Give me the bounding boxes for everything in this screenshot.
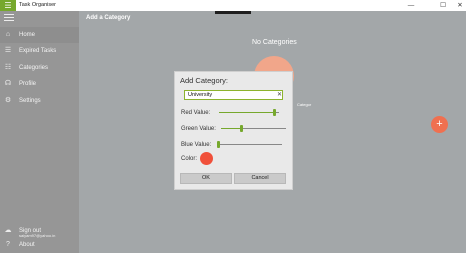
red-value-label: Red Value: xyxy=(181,110,211,116)
color-label: Color: xyxy=(181,156,198,162)
green-value-label: Green Value: xyxy=(181,126,216,132)
help-icon: ? xyxy=(6,241,10,248)
drag-strip xyxy=(215,11,251,14)
sidebar-item-label: Settings xyxy=(19,98,41,104)
contact-card-icon: ☊ xyxy=(4,80,12,87)
sidebar-item-expired-tasks[interactable]: ☰ Expired Tasks xyxy=(0,43,79,59)
sign-out-label: Sign out xyxy=(19,228,42,234)
empty-state-title: No Categories xyxy=(252,39,297,46)
about-button[interactable]: ? About xyxy=(0,237,79,253)
home-icon: ⌂ xyxy=(5,31,11,38)
color-preview-swatch xyxy=(200,152,213,165)
sidebar-item-label: Profile xyxy=(19,81,37,87)
category-name-input[interactable]: University xyxy=(184,90,283,100)
dialog-title: Add Category: xyxy=(180,76,228,85)
gear-icon: ⚙ xyxy=(4,97,12,104)
blue-slider[interactable] xyxy=(217,141,282,148)
minimize-button[interactable]: — xyxy=(400,0,422,11)
cancel-button[interactable]: Cancel xyxy=(234,173,286,184)
empty-state-hint: Categor xyxy=(297,102,312,107)
blue-value-label: Blue Value: xyxy=(181,142,212,148)
sidebar-item-label: Categories xyxy=(19,65,49,71)
sidebar-item-settings[interactable]: ⚙ Settings xyxy=(0,93,79,109)
red-slider[interactable] xyxy=(219,109,279,116)
close-button[interactable]: ✕ xyxy=(449,0,466,11)
sidebar-item-label: Expired Tasks xyxy=(19,48,57,54)
sidebar: ⌂ Home ☰ Expired Tasks ☷ Categories ☊ Pr… xyxy=(0,11,79,253)
window-title: Task Organiser xyxy=(19,2,56,8)
sidebar-item-categories[interactable]: ☷ Categories xyxy=(0,60,79,76)
red-slider-thumb[interactable] xyxy=(273,109,276,116)
green-slider-fill xyxy=(221,128,240,129)
title-bar: ☰ Task Organiser — ☐ ✕ xyxy=(0,0,466,11)
blue-slider-thumb[interactable] xyxy=(217,141,220,148)
category-icon: ☷ xyxy=(4,64,12,71)
sidebar-item-label: Home xyxy=(19,32,36,38)
sidebar-item-profile[interactable]: ☊ Profile xyxy=(0,76,79,92)
sidebar-item-home[interactable]: ⌂ Home xyxy=(0,27,79,43)
green-slider[interactable] xyxy=(221,125,286,132)
clear-input-icon[interactable]: ✕ xyxy=(276,90,283,100)
hamburger-icon[interactable] xyxy=(4,14,14,23)
ok-button[interactable]: OK xyxy=(180,173,232,184)
add-category-dialog: Add Category: University ✕ Red Value: Gr… xyxy=(174,71,293,190)
about-label: About xyxy=(19,242,35,248)
page-title: Add a Category xyxy=(86,15,131,21)
green-slider-thumb[interactable] xyxy=(240,125,243,132)
cloud-icon: ☁ xyxy=(4,227,12,234)
red-slider-fill xyxy=(219,112,273,113)
app-icon: ☰ xyxy=(0,0,16,11)
list-icon: ☰ xyxy=(4,47,12,54)
add-category-fab[interactable]: + xyxy=(431,116,448,133)
